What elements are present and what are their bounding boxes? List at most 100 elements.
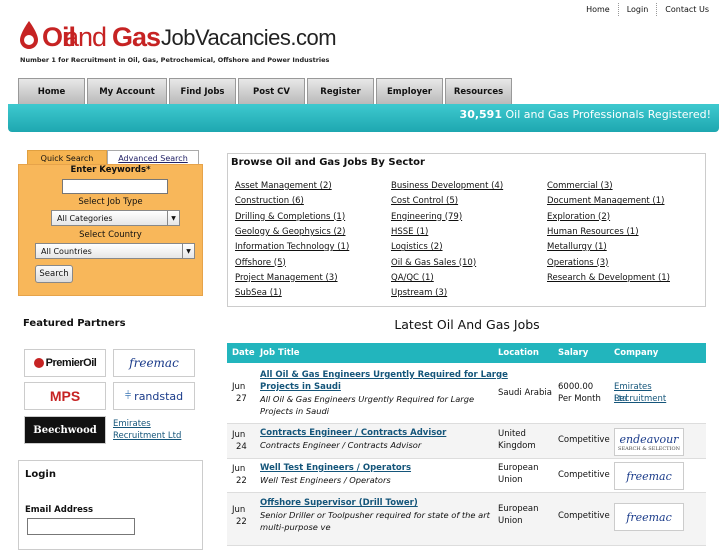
oil-drop-icon [20,21,38,49]
job-company-link[interactable]: Emirates Recruitment [614,381,706,405]
country-value: All Countries [41,246,92,256]
job-location: European [498,504,539,514]
table-row: Jun 27 All Oil & Gas Engineers Urgently … [227,363,706,424]
sector-link[interactable]: Business Development (4) [391,181,503,191]
sector-link[interactable]: QA/QC (1) [391,273,434,283]
featured-partners-title: Featured Partners [23,318,126,329]
job-day: 24 [236,442,247,452]
job-description: Well Test Engineers / Operators [260,475,391,485]
job-location: European [498,463,539,473]
sector-link[interactable]: Metallurgy (1) [547,242,607,252]
sector-link[interactable]: Information Technology (1) [235,242,349,252]
sector-link[interactable]: HSSE (1) [391,227,428,237]
partner-mps[interactable]: MPS [24,382,106,410]
endeavour-logo-subtext: SEARCH & SELECTION [618,445,680,452]
nav-register[interactable]: Register [307,78,374,104]
job-month: Jun [232,505,246,515]
nav-find-jobs[interactable]: Find Jobs [169,78,236,104]
job-description: Senior Driller or Toolpusher required fo… [260,510,490,520]
login-title: Login [25,469,56,480]
registered-banner: 30,591 Oil and Gas Professionals Registe… [8,104,719,132]
job-company-link[interactable]: Ltd [614,393,627,405]
partner-premieroil-label: PremierOil [45,357,97,369]
sector-link[interactable]: Asset Management (2) [235,181,332,191]
sector-link[interactable]: Exploration (2) [547,212,610,222]
sector-link[interactable]: Upstream (3) [391,288,447,298]
job-type-select[interactable]: All Categories ▼ [51,210,180,226]
site-logo[interactable]: Oil and Gas JobVacancies.com [18,19,337,55]
job-title-link[interactable]: Projects in Saudi [260,381,341,393]
job-description: Contracts Engineer / Contracts Advisor [260,440,422,450]
top-link-home[interactable]: Home [578,3,618,16]
nav-my-account[interactable]: My Account [87,78,167,104]
sector-link[interactable]: Operations (3) [547,258,608,268]
job-day: 22 [236,476,247,486]
table-row: Jun 22 Well Test Engineers / Operators W… [227,459,706,493]
nav-post-cv[interactable]: Post CV [238,78,305,104]
sector-link[interactable]: Geology & Geophysics (2) [235,227,346,237]
job-day: 27 [236,394,247,404]
sectors-title: Browse Oil and Gas Jobs By Sector [231,157,425,168]
job-description: multi-purpose ve [260,522,331,532]
sector-link[interactable]: Offshore (5) [235,258,286,268]
sector-link[interactable]: Document Management (1) [547,196,664,206]
registered-count: 30,591 [459,108,502,121]
job-location: Union [498,516,523,526]
nav-employer[interactable]: Employer [376,78,443,104]
table-row: Jun 24 Contracts Engineer / Contracts Ad… [227,424,706,459]
company-logo-endeavour[interactable]: endeavour SEARCH & SELECTION [614,428,684,456]
sector-link[interactable]: SubSea (1) [235,288,282,298]
randstad-logo-icon: ⫩ [124,389,132,402]
job-location: United [498,429,526,439]
keywords-input[interactable] [62,179,168,194]
sector-link[interactable]: Project Management (3) [235,273,338,283]
logo-word-gas: Gas [112,22,161,52]
partner-randstad[interactable]: ⫩ randstad [113,382,195,410]
header-salary: Salary [558,348,589,358]
jobs-table-header: Date Job Title Location Salary Company [227,343,706,363]
header-location: Location [498,348,539,358]
partner-emirates-recruitment[interactable]: Emirates Recruitment Ltd [113,418,198,442]
keywords-label: Enter Keywords* [70,165,151,175]
email-field[interactable] [27,518,135,535]
job-title-link[interactable]: Offshore Supervisor (Drill Tower) [260,497,418,509]
job-salary-period: Per Month [558,394,601,404]
job-location: Kingdom [498,441,536,451]
partner-freemac[interactable]: freemac [113,349,195,377]
partner-randstad-label: randstad [134,389,184,403]
sector-link[interactable]: Human Resources (1) [547,227,639,237]
nav-home[interactable]: Home [18,78,85,104]
endeavour-logo-text: endeavour [619,432,679,446]
partner-beechwood[interactable]: Beechwood [24,416,106,444]
country-select[interactable]: All Countries ▼ [35,243,195,259]
job-month: Jun [232,382,246,392]
premieroil-logo-icon [33,358,44,368]
search-button[interactable]: Search [35,265,73,283]
job-title-link[interactable]: Well Test Engineers / Operators [260,462,411,474]
job-location: Saudi Arabia [498,388,552,398]
sector-link[interactable]: Logistics (2) [391,242,443,252]
nav-resources[interactable]: Resources [445,78,512,104]
sector-link[interactable]: Cost Control (5) [391,196,458,206]
job-type-value: All Categories [57,213,113,223]
job-location: Union [498,475,523,485]
company-logo-freemac[interactable]: freemac [614,462,684,490]
partner-premieroil[interactable]: PremierOil [24,349,106,377]
sector-link[interactable]: Research & Development (1) [547,273,670,283]
registered-text: Oil and Gas Professionals Registered! [502,108,711,121]
top-link-login[interactable]: Login [617,3,657,16]
chevron-down-icon: ▼ [182,244,194,258]
sector-link[interactable]: Engineering (79) [391,212,462,222]
company-logo-freemac[interactable]: freemac [614,503,684,531]
logo-word-and: and [64,22,107,52]
job-title-link[interactable]: Contracts Engineer / Contracts Advisor [260,427,446,439]
job-salary: Competitive [558,511,610,521]
sector-link[interactable]: Drilling & Completions (1) [235,212,345,222]
sector-link[interactable]: Construction (6) [235,196,304,206]
country-label: Select Country [79,230,142,240]
top-link-contact[interactable]: Contact Us [656,3,717,16]
sector-link[interactable]: Oil & Gas Sales (10) [391,258,476,268]
sector-link[interactable]: Commercial (3) [547,181,613,191]
job-month: Jun [232,430,246,440]
job-title-link[interactable]: All Oil & Gas Engineers Urgently Require… [260,369,508,381]
